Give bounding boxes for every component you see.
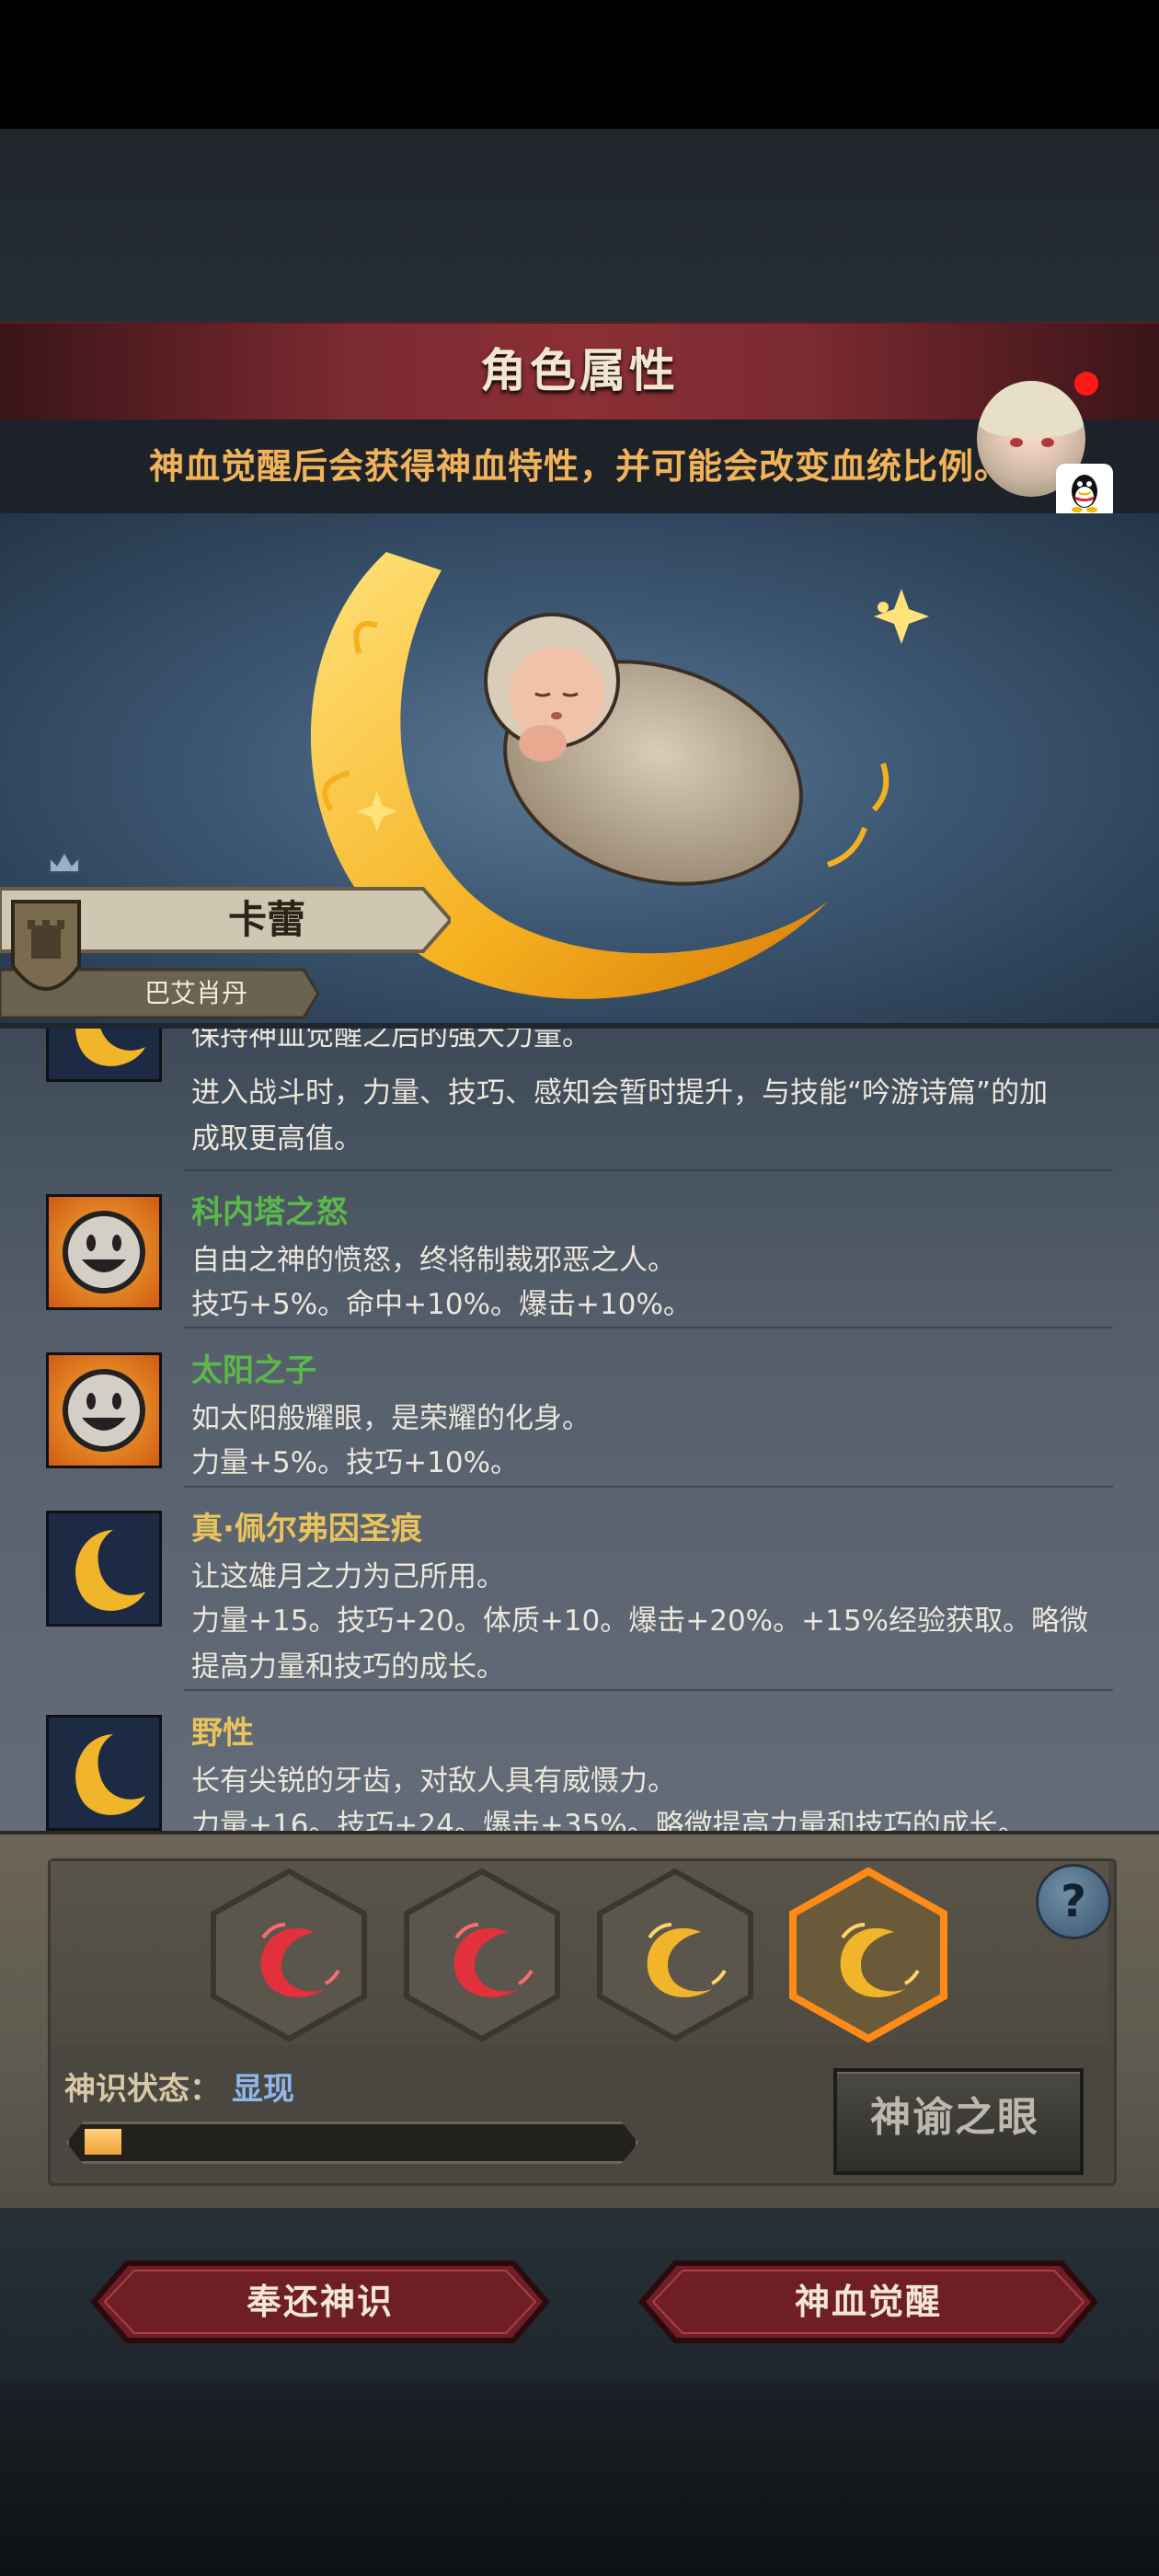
notification-dot — [1074, 372, 1098, 396]
awakening-slot-1[interactable] — [208, 1868, 370, 2042]
awakening-slot-4-selected[interactable] — [787, 1868, 949, 2042]
trait-desc: 让这雄月之力为己所用。 — [191, 1560, 505, 1593]
oracle-eye-label: 神谕之眼 — [870, 2094, 1039, 2141]
trait-stats: 力量+5%。技巧+10%。 — [191, 1446, 520, 1479]
sun-face-icon — [46, 1194, 162, 1310]
status-bar-area — [0, 0, 1159, 129]
character-name: 卡蕾 — [227, 897, 305, 942]
trait-name: 野性 — [191, 1715, 254, 1752]
trait-stats: 进入战斗时，力量、技巧、感知会暂时提升，与技能“吟游诗篇”的加 — [191, 1076, 1049, 1110]
awaken-bloodline-label: 神血觉醒 — [794, 2282, 942, 2322]
trait-name: 真·佩尔弗因圣痕 — [191, 1511, 422, 1547]
avatar-eye-right — [1041, 438, 1054, 447]
crescent-moon-icon — [46, 1511, 162, 1627]
trait-list[interactable]: 保持神血觉醒之后的强大力量。 进入战斗时，力量、技巧、感知会暂时提升，与技能“吟… — [0, 1023, 1159, 1836]
trait-stats: 提高力量和技巧的成长。 — [191, 1650, 505, 1684]
status-value: 显现 — [232, 2071, 294, 2108]
trait-desc: 自由之神的愤怒，终将制裁邪恶之人。 — [191, 1244, 676, 1277]
divider — [184, 1327, 1113, 1328]
crescent-moon-icon — [46, 1715, 162, 1831]
awakening-slot-3[interactable] — [594, 1868, 756, 2042]
progress-bar — [66, 2122, 638, 2164]
trait-stats: 技巧+5%。命中+10%。爆击+10%。 — [191, 1288, 692, 1321]
divider — [184, 1486, 1113, 1488]
divider — [184, 1689, 1113, 1691]
rank-crown-icon — [49, 849, 80, 873]
trait-desc: 如太阳般耀眼，是荣耀的化身。 — [191, 1402, 591, 1435]
question-icon: ? — [1061, 1876, 1086, 1927]
help-button[interactable]: ? — [1036, 1864, 1111, 1939]
trait-stats: 成取更高值。 — [191, 1122, 362, 1156]
trait-desc: 保持神血觉醒之后的强大力量。 — [191, 1023, 591, 1052]
awakening-slot-2[interactable] — [401, 1868, 563, 2042]
trait-name: 太阳之子 — [191, 1352, 316, 1389]
divider — [184, 1169, 1113, 1171]
bottom-backdrop — [0, 2383, 1159, 2576]
shield-icon — [11, 900, 81, 991]
avatar-hair — [977, 381, 1085, 436]
qq-icon[interactable] — [1056, 464, 1113, 521]
character-subname: 巴艾肖丹 — [143, 978, 247, 1008]
trait-name: 科内塔之怒 — [191, 1194, 348, 1231]
sun-face-icon — [46, 1352, 162, 1468]
crescent-moon-icon — [46, 1029, 162, 1082]
return-divine-sense-label: 奉还神识 — [246, 2282, 394, 2322]
avatar-eye-left — [1010, 438, 1023, 447]
header-backdrop — [0, 129, 1159, 322]
progress-fill — [85, 2129, 121, 2155]
status-label: 神识状态： — [64, 2071, 221, 2108]
trait-desc: 长有尖锐的牙齿，对敌人具有威慑力。 — [191, 1765, 676, 1798]
trait-stats: 力量+15。技巧+20。体质+10。爆击+20%。+15%经验获取。略微 — [191, 1604, 1089, 1638]
